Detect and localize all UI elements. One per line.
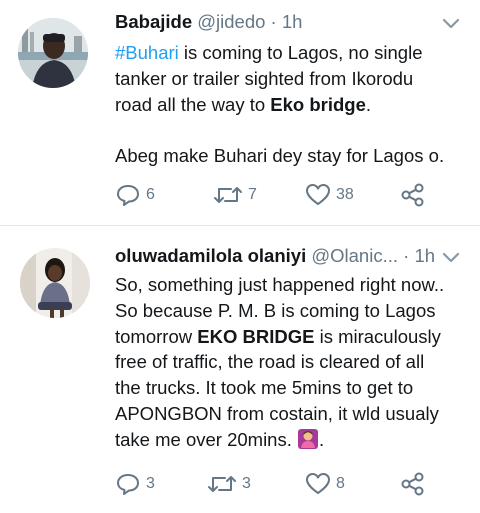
text-line: the trucks. It took me 5mins to get to <box>115 375 470 401</box>
tweet-actions: 3 3 8 <box>115 467 445 501</box>
reply-count: 6 <box>146 186 155 203</box>
like-count: 38 <box>336 186 354 203</box>
text-line: So, something just happened right now.. <box>115 272 470 298</box>
tweet-actions: 6 7 38 <box>115 178 445 212</box>
like-icon <box>305 182 331 208</box>
author-handle[interactable]: @Olanic... <box>311 245 398 266</box>
like-button[interactable]: 38 <box>305 178 354 212</box>
tweet-header: Babajide @jidedo · 1h <box>115 9 480 35</box>
text-span: tanker or trailer sighted from Ikorodu <box>115 67 414 89</box>
chevron-down-icon[interactable] <box>440 246 462 268</box>
share-button[interactable] <box>400 178 426 212</box>
text-span: the trucks. It took me 5mins to get to <box>115 377 414 399</box>
text-line: take me over 20mins. . <box>115 427 470 453</box>
retweet-button[interactable]: 3 <box>207 467 251 501</box>
bold-text: EKO BRIDGE <box>197 325 315 347</box>
author-handle[interactable]: @jidedo <box>197 11 265 32</box>
text-span: So, something just happened right now.. <box>115 274 445 295</box>
bold-text: Eko bridge <box>270 93 366 115</box>
text-span: tomorrow <box>115 325 198 347</box>
avatar[interactable] <box>20 248 90 318</box>
tweet-text: So, something just happened right now.. … <box>115 272 470 453</box>
reply-button[interactable]: 6 <box>115 178 155 212</box>
hashtag-link[interactable]: #Buhari <box>115 42 179 63</box>
text-line: So because P. M. B is coming to Lagos <box>115 298 470 324</box>
text-line: tanker or trailer sighted from Ikorodu <box>115 66 470 92</box>
text-span: free of traffic, the road is cleared of … <box>115 351 425 373</box>
retweet-count: 3 <box>242 475 251 492</box>
separator-dot: · <box>270 11 277 32</box>
share-icon <box>400 182 426 208</box>
author-name[interactable]: oluwadamilola olaniyi <box>115 245 306 266</box>
avatar[interactable] <box>18 18 88 88</box>
tweet-text: #Buhari is coming to Lagos, no single ta… <box>115 40 470 169</box>
retweet-count: 7 <box>248 186 257 203</box>
tweet-header: oluwadamilola olaniyi @Olanic... · 1h <box>115 243 480 269</box>
reply-icon <box>115 182 141 208</box>
text-span: Abeg make Buhari dey stay for Lagos o. <box>115 145 445 167</box>
text-span: APONGBON from costain, it wld usualy <box>115 402 439 424</box>
share-button[interactable] <box>400 467 426 501</box>
retweet-button[interactable]: 7 <box>213 178 257 212</box>
text-span: is coming to Lagos, no single <box>178 42 423 63</box>
text-span: . <box>365 93 372 115</box>
text-span: road all the way to <box>115 93 271 115</box>
text-span: take me over 20mins. <box>115 428 297 450</box>
retweet-icon <box>207 471 237 497</box>
separator-dot: · <box>403 245 410 266</box>
reply-count: 3 <box>146 475 155 492</box>
text-span: . <box>319 428 325 450</box>
tweet[interactable]: oluwadamilola olaniyi @Olanic... · 1h So… <box>0 226 480 513</box>
like-button[interactable]: 8 <box>305 467 345 501</box>
share-icon <box>400 471 426 497</box>
text-line: Abeg make Buhari dey stay for Lagos o. <box>115 143 470 169</box>
person-facepalming-emoji <box>297 428 319 450</box>
text-line: road all the way to Eko bridge. <box>115 92 470 118</box>
text-span: is miraculously <box>314 325 441 347</box>
timestamp[interactable]: 1h <box>414 245 435 266</box>
like-icon <box>305 471 331 497</box>
text-line: #Buhari is coming to Lagos, no single <box>115 40 470 66</box>
tweet[interactable]: Babajide @jidedo · 1h #Buhari is coming … <box>0 0 480 225</box>
text-line: free of traffic, the road is cleared of … <box>115 349 470 375</box>
text-line: APONGBON from costain, it wld usualy <box>115 401 470 427</box>
chevron-down-icon[interactable] <box>440 12 462 34</box>
author-name[interactable]: Babajide <box>115 11 192 32</box>
reply-icon <box>115 471 141 497</box>
retweet-icon <box>213 182 243 208</box>
text-line: tomorrow EKO BRIDGE is miraculously <box>115 324 470 350</box>
timestamp[interactable]: 1h <box>282 11 303 32</box>
reply-button[interactable]: 3 <box>115 467 155 501</box>
like-count: 8 <box>336 475 345 492</box>
text-span: So because P. M. B is coming to Lagos <box>115 299 436 321</box>
